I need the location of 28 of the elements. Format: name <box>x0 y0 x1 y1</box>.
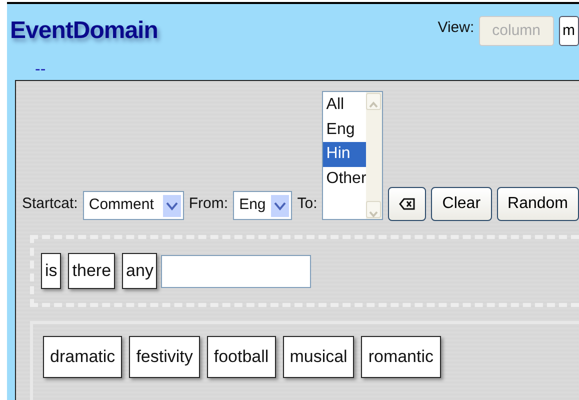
app-title: EventDomain <box>10 16 158 46</box>
word-input-field[interactable] <box>161 254 312 288</box>
list-option[interactable]: All <box>323 93 366 118</box>
scrollbar[interactable] <box>366 92 382 219</box>
list-option[interactable]: Other <box>323 166 366 191</box>
list-option[interactable]: Eng <box>323 118 366 142</box>
to-label: To: <box>297 194 318 214</box>
word-tile[interactable]: romantic <box>361 336 441 378</box>
backspace-icon <box>399 198 416 210</box>
word-tile[interactable]: football <box>206 336 276 378</box>
word-tile[interactable]: musical <box>282 336 354 378</box>
backspace-button[interactable] <box>388 187 426 221</box>
word-tile[interactable]: there <box>68 253 116 289</box>
word-tile[interactable]: dramatic <box>43 336 122 378</box>
action-button[interactable]: Random <box>496 187 579 221</box>
dropdown[interactable]: Comment <box>82 191 184 220</box>
action-button[interactable]: Clear <box>431 187 492 221</box>
language-listbox[interactable]: All Eng Hin Other <box>322 91 384 220</box>
word-tile[interactable]: is <box>41 253 62 289</box>
dropdown[interactable]: Eng <box>233 191 292 220</box>
list-option[interactable]: Hin <box>323 142 366 166</box>
startcat-label: Startcat: <box>22 194 78 214</box>
status-text: -- <box>35 61 46 78</box>
word-tile[interactable]: any <box>122 253 158 289</box>
view-button[interactable]: m <box>558 16 579 46</box>
view-label: View: <box>438 18 474 38</box>
from-label: From: <box>188 194 228 214</box>
word-tile[interactable]: festivity <box>129 336 200 378</box>
